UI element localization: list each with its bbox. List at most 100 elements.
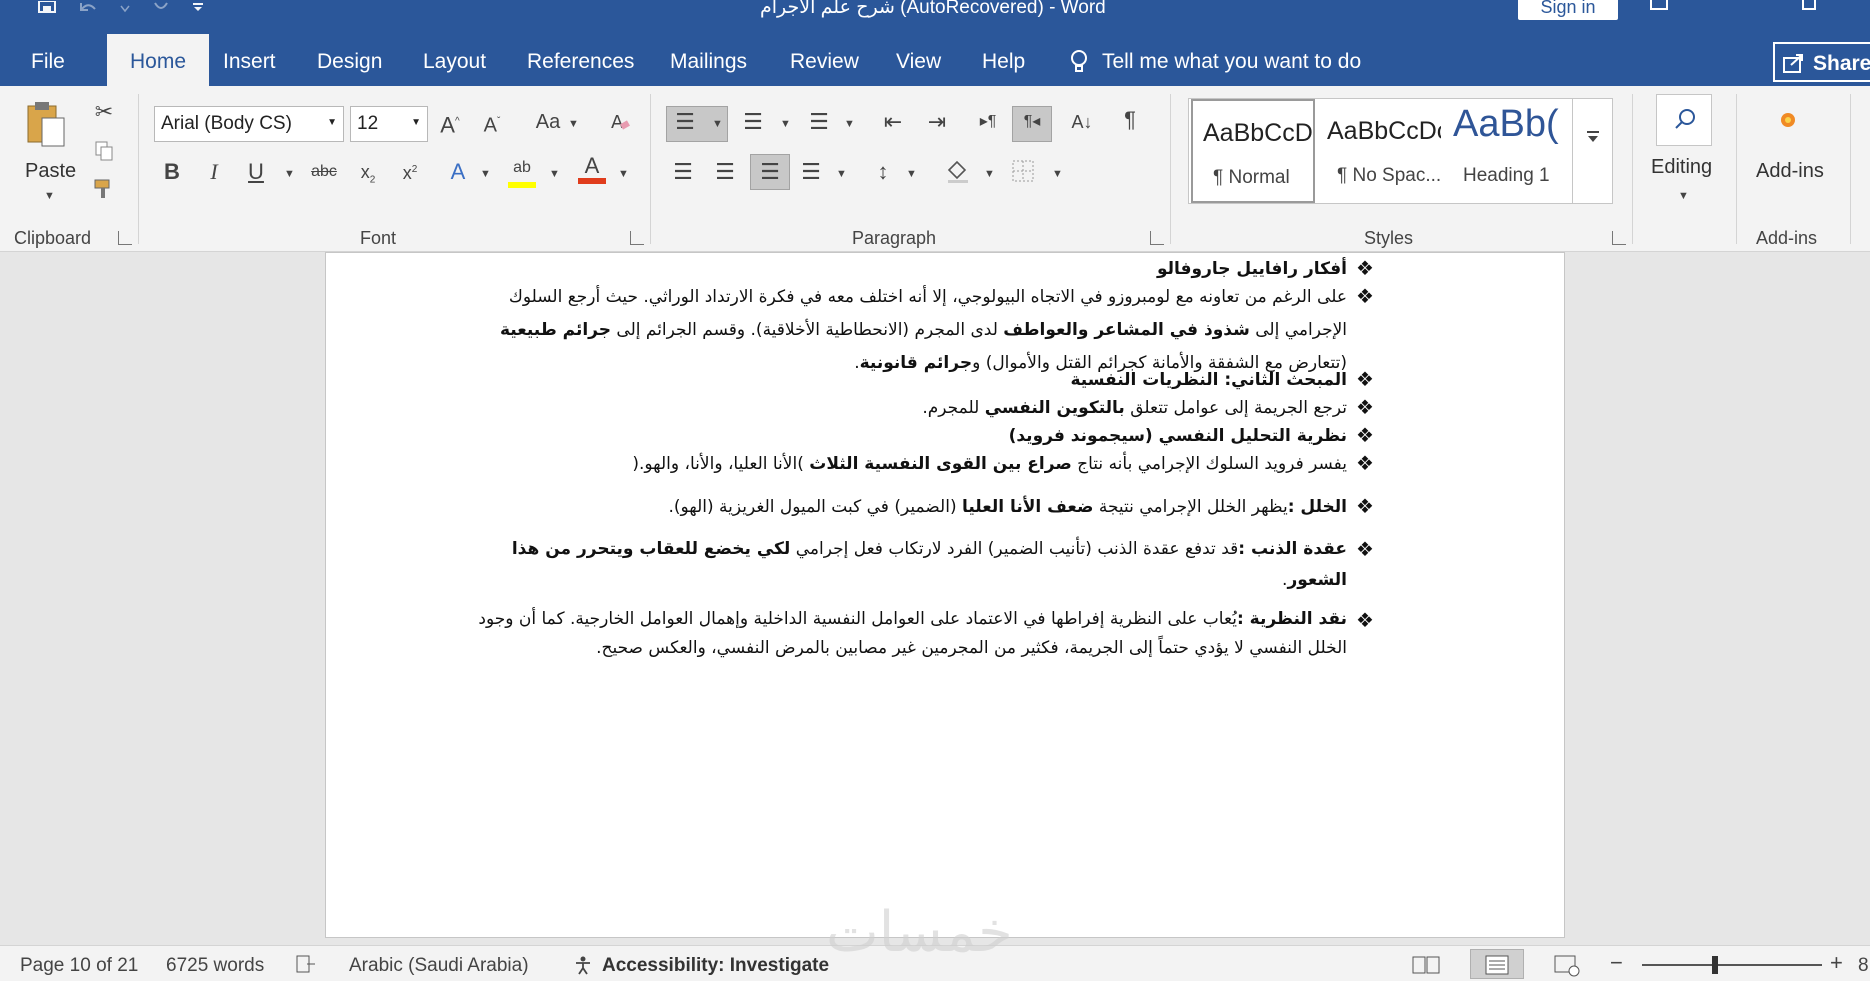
add-ins-button-label[interactable]: Add-ins [1756, 160, 1824, 183]
tab-insert[interactable]: Insert [223, 50, 276, 74]
font-name-combo[interactable]: Arial (Body CS) ▼ [154, 106, 344, 142]
chevron-down-icon[interactable]: ▼ [780, 118, 791, 130]
chevron-down-icon[interactable] [120, 0, 130, 14]
zoom-level[interactable]: 8 [1858, 955, 1869, 977]
align-left-icon[interactable]: ☰ [670, 160, 696, 184]
highlight-icon[interactable]: ab [508, 156, 536, 188]
tab-home[interactable]: Home [107, 34, 210, 86]
text-effects-icon[interactable]: A [446, 160, 470, 184]
sign-in-button[interactable]: Sign in [1518, 0, 1618, 20]
subscript-icon[interactable]: x2 [355, 160, 381, 193]
chevron-down-icon[interactable]: ▼ [836, 168, 847, 180]
ltr-direction-icon[interactable]: ▸¶ [976, 110, 1000, 134]
document-page[interactable]: ❖ أفكار رافاييل جاروفالو ❖ على الرغم من … [325, 252, 1565, 938]
proofing-icon[interactable] [296, 955, 316, 979]
chevron-down-icon[interactable]: ▼ [984, 168, 995, 180]
web-layout-icon[interactable] [1554, 955, 1582, 981]
increase-indent-icon[interactable]: ⇥ [924, 110, 950, 134]
styles-more-icon[interactable] [1572, 98, 1613, 204]
font-size-combo[interactable]: 12 ▼ [350, 106, 428, 142]
restore-icon[interactable] [1802, 0, 1816, 10]
paragraph-launcher-icon[interactable] [1150, 231, 1164, 245]
change-case-icon[interactable]: Aa [532, 110, 564, 134]
print-layout-button[interactable] [1470, 949, 1524, 979]
tab-review[interactable]: Review [790, 50, 859, 74]
paste-icon[interactable] [22, 100, 70, 150]
styles-launcher-icon[interactable] [1612, 231, 1626, 245]
zoom-slider[interactable] [1642, 964, 1822, 966]
add-ins-icon[interactable] [1776, 108, 1800, 132]
share-button[interactable]: Share [1773, 42, 1870, 82]
chevron-down-icon[interactable]: ▼ [1052, 168, 1063, 180]
strikethrough-icon[interactable]: abc [310, 160, 338, 184]
underline-icon[interactable]: U [245, 160, 267, 184]
show-marks-icon[interactable]: ¶ [1118, 108, 1142, 132]
chevron-down-icon[interactable]: ▼ [844, 118, 855, 130]
ribbon-display-options-icon[interactable] [1650, 0, 1668, 10]
undo-icon[interactable] [78, 0, 98, 14]
rtl-direction-icon: ¶◂ [1023, 113, 1041, 130]
tab-design[interactable]: Design [317, 50, 382, 74]
numbering-icon[interactable]: ☰ [740, 110, 766, 134]
zoom-in-icon[interactable]: + [1830, 950, 1843, 976]
style-heading-1[interactable]: AaBb( Heading 1 [1443, 99, 1567, 203]
decrease-indent-icon[interactable]: ⇤ [880, 110, 906, 134]
clipboard-launcher-icon[interactable] [118, 231, 132, 245]
chevron-down-icon[interactable]: ▼ [712, 118, 723, 130]
bold-icon[interactable]: B [161, 160, 183, 184]
chevron-down-icon[interactable]: ▼ [480, 168, 491, 180]
line-spacing-icon[interactable]: ↕ [870, 160, 896, 184]
font-launcher-icon[interactable] [630, 231, 644, 245]
chevron-down-icon[interactable]: ▼ [1678, 190, 1689, 202]
customize-icon[interactable] [192, 0, 204, 14]
zoom-out-icon[interactable]: − [1610, 950, 1623, 976]
chevron-down-icon: ▼ [327, 117, 337, 128]
borders-icon[interactable] [1010, 160, 1036, 187]
align-center-icon[interactable]: ☰ [712, 160, 738, 184]
accessibility-status[interactable]: Accessibility: Investigate [602, 955, 829, 977]
justify-icon[interactable]: ☰ [798, 160, 824, 184]
tell-me-search[interactable]: Tell me what you want to do [1070, 49, 1361, 75]
tab-layout[interactable]: Layout [423, 50, 486, 74]
chevron-down-icon[interactable]: ▼ [549, 168, 560, 180]
accessibility-icon[interactable] [574, 955, 596, 981]
page-count[interactable]: Page 10 of 21 [20, 955, 138, 977]
chevron-down-icon[interactable]: ▼ [618, 168, 629, 180]
format-painter-icon[interactable] [92, 178, 116, 205]
grow-font-icon[interactable]: A^ [438, 110, 462, 137]
tab-view[interactable]: View [896, 50, 941, 74]
chevron-down-icon[interactable]: ▼ [284, 168, 295, 180]
shrink-font-icon[interactable]: Aˇ [480, 110, 504, 138]
font-color-icon[interactable]: A [578, 154, 606, 184]
bullets-icon: ☰ [675, 109, 695, 134]
superscript-icon[interactable]: x2 [397, 158, 423, 185]
save-icon[interactable] [38, 0, 56, 14]
paragraph: الخلل :يظهر الخلل الإجرامي نتيجة ضعف الأ… [452, 491, 1347, 524]
style-normal[interactable]: AaBbCcDc ¶ Normal [1191, 99, 1315, 203]
chevron-down-icon[interactable]: ▼ [568, 118, 579, 130]
tab-file[interactable]: File [31, 50, 65, 74]
copy-icon[interactable] [92, 140, 116, 167]
paste-dropdown[interactable]: ▼ [44, 190, 55, 202]
bold-text: صراع بين القوى النفسية الثلاث [809, 454, 1072, 474]
sort-icon[interactable]: A↓ [1070, 110, 1094, 134]
italic-icon[interactable]: I [203, 160, 225, 184]
paste-label[interactable]: Paste [25, 160, 76, 183]
style-sample: AaBbCcDc [1327, 117, 1441, 145]
zoom-slider-thumb[interactable] [1712, 956, 1718, 974]
multilevel-list-icon[interactable]: ☰ [806, 110, 832, 134]
clear-formatting-icon[interactable]: A [608, 110, 632, 139]
style-no-spacing[interactable]: AaBbCcDc ¶ No Spac... [1317, 99, 1441, 203]
redo-icon[interactable] [152, 0, 170, 14]
language-indicator[interactable]: Arabic (Saudi Arabia) [349, 955, 529, 977]
read-mode-icon[interactable] [1412, 955, 1440, 981]
tab-references[interactable]: References [527, 50, 634, 74]
cut-icon[interactable]: ✂ [92, 100, 116, 124]
chevron-down-icon[interactable]: ▼ [906, 168, 917, 180]
tab-mailings[interactable]: Mailings [670, 50, 747, 74]
word-count[interactable]: 6725 words [166, 955, 264, 977]
editing-label[interactable]: Editing [1651, 156, 1712, 179]
shading-icon[interactable] [944, 158, 972, 189]
tab-help[interactable]: Help [982, 50, 1025, 74]
editing-search-icon[interactable] [1656, 94, 1712, 146]
